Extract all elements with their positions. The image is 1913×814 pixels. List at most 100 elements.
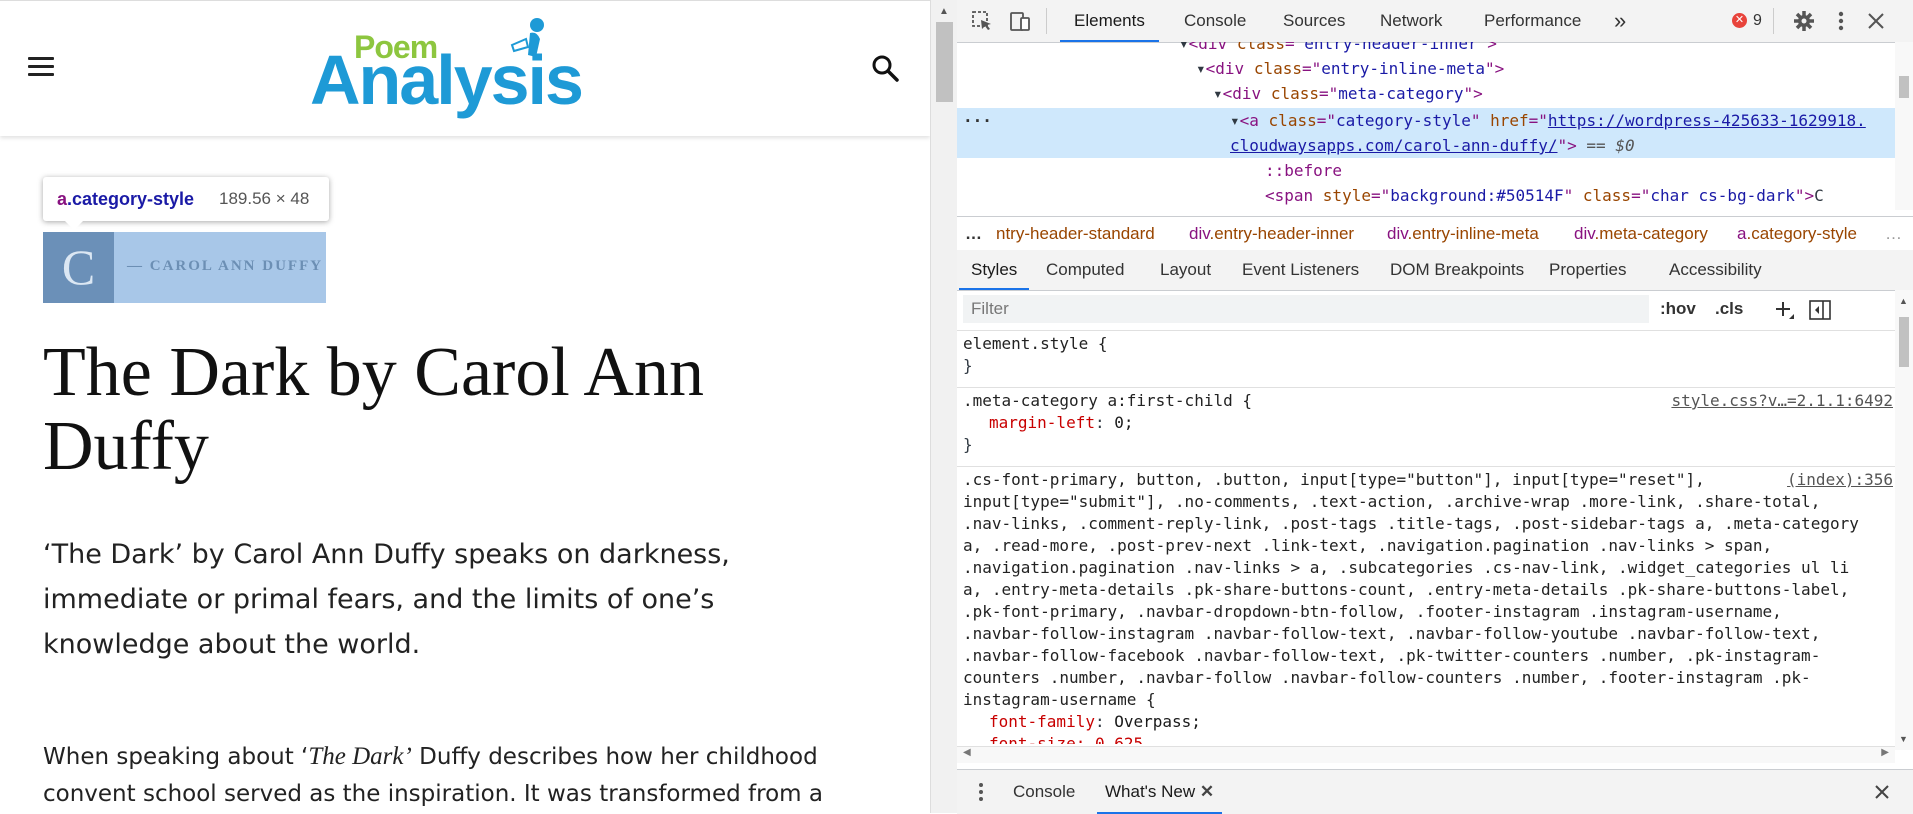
tab-sources[interactable]: Sources: [1283, 0, 1345, 42]
category-initial: C: [43, 232, 114, 303]
page-scrollbar[interactable]: ▲: [930, 0, 958, 813]
devtools-toolbar: Elements Console Sources Network Perform…: [957, 0, 1913, 43]
styles-pane: element.style { } .meta-category a:first…: [957, 330, 1895, 744]
error-icon: ✕: [1732, 13, 1747, 29]
customize-menu-icon[interactable]: [1835, 10, 1847, 32]
style-rule-meta-category[interactable]: .meta-category a:first-child { style.css…: [957, 390, 1895, 456]
rule-declaration[interactable]: font-family: Overpass;: [963, 711, 1895, 733]
dom-node-before-pseudo[interactable]: ::before: [1265, 158, 1342, 183]
site-logo[interactable]: Poem Analysis: [310, 15, 630, 125]
toggle-sidebar-icon[interactable]: [1809, 300, 1831, 320]
tab-properties[interactable]: Properties: [1549, 250, 1626, 290]
tab-network[interactable]: Network: [1380, 0, 1442, 42]
breadcrumb-item[interactable]: div.entry-header-inner: [1189, 217, 1354, 250]
styles-filter-bar: :hov .cls: [957, 291, 1913, 331]
tab-event-listeners[interactable]: Event Listeners: [1242, 250, 1359, 290]
category-link[interactable]: — CAROL ANN DUFFY: [127, 258, 323, 275]
page-scrollbar-thumb[interactable]: [936, 22, 953, 102]
dom-node-entry-header-inner[interactable]: ▾<div class="entry-header-inner">: [1179, 42, 1497, 56]
class-toggle[interactable]: .cls: [1715, 299, 1743, 319]
reader-icon: [510, 18, 544, 57]
elements-sub-tabs: Styles Computed Layout Event Listeners D…: [957, 250, 1913, 291]
rule-selector-line: .pk-font-primary, .navbar-dropdown-btn-f…: [963, 602, 1782, 621]
article-body-paragraph: When speaking about ‘The Dark’ Duffy des…: [43, 743, 823, 807]
tab-performance[interactable]: Performance: [1484, 0, 1581, 42]
device-toolbar-icon[interactable]: [1009, 10, 1031, 32]
web-page-viewport: Poem Analysis a.category-style 189.56 × …: [0, 0, 930, 813]
rule-selector-line: input[type="submit"], .no-comments, .tex…: [963, 492, 1821, 511]
rule-source-link[interactable]: style.css?v…=2.1.1:6492: [1671, 390, 1893, 412]
dom-tree: ··· ▾<div class="entry-header-inner"> ▾<…: [957, 42, 1913, 210]
rule-selector-line: a, .read-more, .post-prev-next .link-tex…: [963, 536, 1773, 555]
article-title: The Dark by Carol Ann Duffy: [43, 334, 704, 485]
href-link-cont[interactable]: cloudwaysapps.com/carol-ann-duffy/: [1230, 136, 1558, 155]
rule-source-link[interactable]: (index):356: [1787, 469, 1893, 491]
rule-close-brace: }: [963, 435, 973, 454]
close-drawer-icon[interactable]: [1874, 784, 1890, 800]
rule-selector-line: counters .number, .navbar-follow .navbar…: [963, 668, 1811, 687]
breadcrumb-item[interactable]: ntry-header-standard: [996, 217, 1155, 250]
tab-computed[interactable]: Computed: [1046, 250, 1124, 290]
site-header: Poem Analysis: [0, 0, 930, 136]
drawer-tab-whats-new[interactable]: What's New ✕: [1097, 770, 1223, 814]
close-devtools-icon[interactable]: [1867, 12, 1885, 30]
rule-selector-line: .navbar-follow-facebook .navbar-follow-t…: [963, 646, 1821, 665]
rule-declaration[interactable]: margin-left: 0;: [963, 412, 1895, 434]
styles-scrollbar-thumb[interactable]: [1899, 317, 1909, 367]
poem-title-italic: The Dark’: [308, 743, 412, 770]
tab-elements[interactable]: Elements: [1060, 0, 1159, 42]
dom-node-entry-inline-meta[interactable]: ▾<div class="entry-inline-meta">: [1196, 56, 1504, 81]
tab-layout[interactable]: Layout: [1160, 250, 1211, 290]
article-lead: ‘The Dark’ by Carol Ann Duffy speaks on …: [43, 539, 730, 660]
dom-node-meta-category[interactable]: ▾<div class="meta-category">: [1213, 81, 1483, 106]
href-link[interactable]: https://wordpress-425633-1629918.: [1548, 111, 1866, 130]
tooltip-selector: a.category-style: [57, 189, 195, 209]
scroll-right-icon[interactable]: ▶: [1881, 747, 1889, 758]
tab-accessibility[interactable]: Accessibility: [1669, 250, 1762, 290]
styles-scrollbar[interactable]: ▲ ▼: [1895, 290, 1913, 750]
inspect-element-icon[interactable]: [971, 10, 993, 32]
tab-styles[interactable]: Styles: [959, 250, 1030, 290]
style-rule-element[interactable]: element.style { }: [957, 333, 1895, 377]
styles-horizontal-scrollbar[interactable]: ◀ ▶: [957, 746, 1895, 763]
drawer-menu-icon[interactable]: [977, 782, 985, 802]
dom-node-category-style-cont: cloudwaysapps.com/carol-ann-duffy/"> == …: [1230, 136, 1635, 155]
drawer-tab-console[interactable]: Console: [1013, 770, 1075, 814]
rule-selector-line: .navbar-follow-instagram .navbar-follow-…: [963, 624, 1821, 643]
rule-divider: [957, 387, 1895, 388]
dom-node-category-style[interactable]: ▾<a class="category-style" href="https:/…: [1230, 108, 1866, 133]
new-style-rule-icon[interactable]: [1773, 299, 1795, 321]
devtools-drawer: Console What's New ✕: [957, 769, 1913, 814]
scroll-down-icon[interactable]: ▼: [1899, 734, 1908, 744]
rule-selector-line: .navigation.pagination .nav-links > a, .…: [963, 558, 1850, 577]
search-icon[interactable]: [870, 53, 900, 83]
breadcrumb-more-icon[interactable]: …: [1885, 217, 1902, 250]
inspect-tooltip: a.category-style 189.56 × 48: [43, 177, 329, 230]
style-rule-font-primary[interactable]: (index):356 .cs-font-primary, button, .b…: [957, 469, 1895, 744]
scroll-up-icon[interactable]: ▲: [939, 6, 949, 17]
menu-icon[interactable]: [28, 57, 54, 79]
dom-scrollbar-thumb[interactable]: [1899, 76, 1909, 98]
scroll-up-icon[interactable]: ▲: [1899, 296, 1908, 306]
breadcrumb-overflow-icon[interactable]: …: [965, 217, 982, 250]
error-count-badge[interactable]: ✕ 9: [1732, 10, 1762, 32]
breadcrumb-item[interactable]: div.entry-inline-meta: [1387, 217, 1539, 250]
settings-gear-icon[interactable]: [1793, 10, 1815, 32]
tab-dom-breakpoints[interactable]: DOM Breakpoints: [1390, 250, 1524, 290]
tooltip-dimensions: 189.56 × 48: [219, 189, 310, 208]
dom-node-actions-icon[interactable]: ···: [963, 108, 992, 133]
rule-declaration-partial[interactable]: font-size: 0.625: [963, 733, 1895, 744]
styles-filter-input[interactable]: [963, 295, 1649, 323]
scroll-left-icon[interactable]: ◀: [963, 747, 971, 758]
dom-tree-scrollbar[interactable]: [1895, 42, 1913, 210]
rule-selector-line: .nav-links, .comment-reply-link, .post-t…: [963, 514, 1859, 533]
rule-divider: [957, 466, 1895, 467]
tab-console[interactable]: Console: [1184, 0, 1246, 42]
rule-selector-line: .cs-font-primary, button, .button, input…: [963, 470, 1705, 489]
hover-state-toggle[interactable]: :hov: [1660, 299, 1696, 319]
close-tab-icon[interactable]: ✕: [1200, 782, 1214, 801]
more-tabs-icon[interactable]: »: [1614, 0, 1626, 42]
breadcrumb-item[interactable]: div.meta-category: [1574, 217, 1708, 250]
breadcrumb-item-active[interactable]: a.category-style: [1737, 217, 1857, 250]
dom-node-span-char[interactable]: <span style="background:#50514F" class="…: [1265, 183, 1824, 208]
